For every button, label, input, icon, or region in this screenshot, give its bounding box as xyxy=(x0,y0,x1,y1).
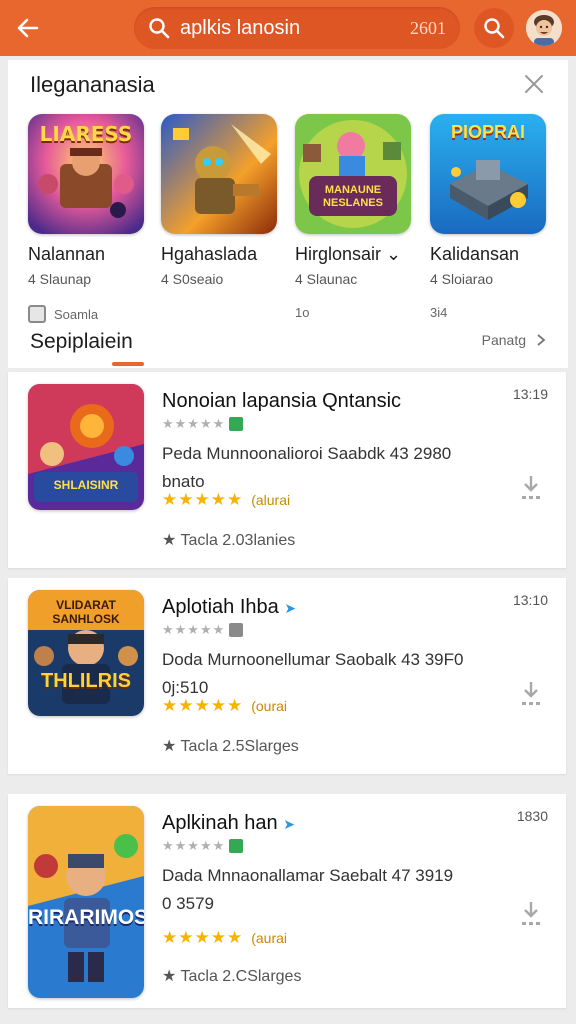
app-desc-line2-3: 0 3579 xyxy=(162,894,214,913)
search-count: 2601 xyxy=(410,17,446,38)
app-icon-1: LIARESS xyxy=(28,114,144,234)
featured-app-meta-3: 1o xyxy=(295,305,310,320)
app-rating-2: ★★★★★ (ourai xyxy=(162,696,287,715)
featured-app-name-3: Hirglonsair ⌄ xyxy=(295,244,402,264)
app-desc-line1-3: Dada Mnnaonallamar Saebalt 47 3919 xyxy=(162,866,454,885)
app-footer-text-1: Tacla 2.03lanies xyxy=(180,532,296,549)
search-icon xyxy=(484,18,505,39)
user-avatar[interactable] xyxy=(526,10,562,46)
close-icon[interactable] xyxy=(520,70,548,98)
app-thumbnail-1: SHLAISINR xyxy=(28,384,144,510)
featured-app-sub-4: 4 Sloiarao xyxy=(430,271,494,287)
rating-label-2: (ourai xyxy=(251,698,287,714)
app-icon-4-text: PIOPRAI xyxy=(450,122,525,142)
section-underline xyxy=(112,362,144,366)
featured-app-meta-text-1: Soamla xyxy=(54,306,99,322)
download-icon[interactable] xyxy=(518,678,544,708)
app-mini-rating-1: ★★★★★ xyxy=(162,416,244,432)
app-rating-1: ★★★★★ (alurai xyxy=(162,490,291,509)
app-footer-3: ★ Tacla 2.CSlarges xyxy=(162,968,302,985)
verified-badge-icon xyxy=(229,839,244,853)
featured-app-sub-2: 4 S0seaio xyxy=(161,271,224,287)
app-icon-2 xyxy=(161,114,277,234)
chevron-right-icon xyxy=(537,334,546,346)
featured-app-name-4: Kalidansan xyxy=(430,244,520,264)
app-list-item-2[interactable]: VLIDARAT SANHLOSK THLILRIS Aplotiah Ihba… xyxy=(8,578,566,774)
app-footer-2: ★ Tacla 2.5Slarges xyxy=(162,738,299,755)
verified-badge-icon xyxy=(229,623,244,637)
featured-app-sub-3: 4 Slaunac xyxy=(295,271,358,287)
app-thumbnail-2-text: VLIDARAT SANHLOSK xyxy=(52,598,120,626)
back-arrow-icon xyxy=(17,18,39,38)
featured-app-name-2: Hgahaslada xyxy=(161,244,258,264)
app-title-3: Aplkinah han ➤ xyxy=(162,812,295,835)
app-icon-4: PIOPRAI xyxy=(430,114,546,234)
featured-app-1[interactable]: LIARESS Nalannan 4 Slaunap Soamla xyxy=(28,114,150,323)
app-footer-text-3: Tacla 2.CSlarges xyxy=(180,968,302,985)
verified-check-icon: ➤ xyxy=(283,816,295,832)
app-thumbnail-2-title: THLILRIS xyxy=(41,670,131,692)
app-footer-1: ★ Tacla 2.03lanies xyxy=(162,532,296,549)
section-title: Sepiplaiein xyxy=(30,330,133,353)
app-mini-rating-3: ★★★★★ xyxy=(162,838,244,854)
app-thumbnail-1-text: SHLAISINR xyxy=(53,478,119,492)
featured-app-2[interactable]: Hgahaslada 4 S0seaio xyxy=(161,114,283,287)
download-icon[interactable] xyxy=(518,472,544,502)
search-field[interactable]: aplkis lanosin 2601 xyxy=(134,7,460,49)
verified-badge-icon xyxy=(229,417,244,431)
search-button[interactable] xyxy=(474,8,514,48)
rating-label-1: (alurai xyxy=(251,492,291,508)
featured-panel: Ilegananasia LIARESS Nalannan 4 Slaunap … xyxy=(8,60,568,368)
app-thumbnail-2: VLIDARAT SANHLOSK THLILRIS xyxy=(28,590,144,716)
app-list-item-3[interactable]: RIRARIMOS Aplkinah han ➤ 1830 ★★★★★ Dada… xyxy=(8,794,566,1008)
app-title-text-3: Aplkinah han xyxy=(162,812,278,834)
app-description-1: Peda Munnoonalioroi Saabdk 43 2980 bnato xyxy=(162,440,492,496)
search-icon xyxy=(149,18,170,39)
app-time-2: 13:10 xyxy=(512,592,548,608)
back-button[interactable] xyxy=(0,0,56,56)
app-icon-3-text: MANAUNE NESLANES xyxy=(323,184,383,209)
featured-app-3[interactable]: MANAUNE NESLANES Hirglonsair ⌄ 4 Slaunac… xyxy=(295,114,417,320)
verified-check-icon: ➤ xyxy=(284,600,297,616)
app-badge-icon xyxy=(28,305,46,323)
rating-label-3: (aurai xyxy=(251,930,287,946)
see-more-label: Panatg xyxy=(481,332,526,348)
see-more-link[interactable]: Panatg xyxy=(482,332,546,348)
featured-app-meta-1: Soamla xyxy=(28,305,150,323)
app-mini-rating-2: ★★★★★ xyxy=(162,622,244,638)
featured-app-name-1: Nalannan xyxy=(28,244,106,264)
app-time-3: 1830 xyxy=(516,808,548,824)
featured-app-sub-1: 4 Slaunap xyxy=(28,271,92,287)
app-icon-1-text: LIARESS xyxy=(39,122,133,146)
app-desc-line1-2: Doda Murnoonellumar Saobalk 43 39F0 xyxy=(162,650,464,669)
app-thumbnail-3: RIRARIMOS xyxy=(28,806,144,998)
app-icon-3: MANAUNE NESLANES xyxy=(295,114,411,234)
search-query-text: aplkis lanosin xyxy=(180,16,301,39)
app-time-1: 13:19 xyxy=(512,386,548,402)
app-thumbnail-3-title: RIRARIMOS xyxy=(28,906,144,929)
app-footer-text-2: Tacla 2.5Slarges xyxy=(180,738,299,755)
top-app-bar: aplkis lanosin 2601 xyxy=(0,0,576,56)
app-title-2: Aplotiah Ihba ➤ xyxy=(162,596,296,619)
app-desc-line1-1: Peda Munnoonalioroi Saabdk 43 2980 xyxy=(162,444,452,463)
app-rating-3: ★★★★★ (aurai xyxy=(162,928,287,947)
app-title-1: Nonoian lapansia Qntansic xyxy=(162,390,402,412)
app-title-text-2: Aplotiah Ihba xyxy=(162,596,279,618)
app-list-item-1[interactable]: SHLAISINR Nonoian lapansia Qntansic 13:1… xyxy=(8,372,566,568)
featured-app-meta-4: 3i4 xyxy=(430,305,448,320)
featured-title: Ilegananasia xyxy=(30,72,155,97)
download-icon[interactable] xyxy=(518,898,544,928)
avatar-face-icon xyxy=(526,10,562,46)
app-description-2: Doda Murnoonellumar Saobalk 43 39F0 0j:5… xyxy=(162,646,492,702)
app-description-3: Dada Mnnaonallamar Saebalt 47 3919 0 357… xyxy=(162,862,492,918)
featured-app-4[interactable]: PIOPRAI Kalidansan 4 Sloiarao 3i4 xyxy=(430,114,552,320)
